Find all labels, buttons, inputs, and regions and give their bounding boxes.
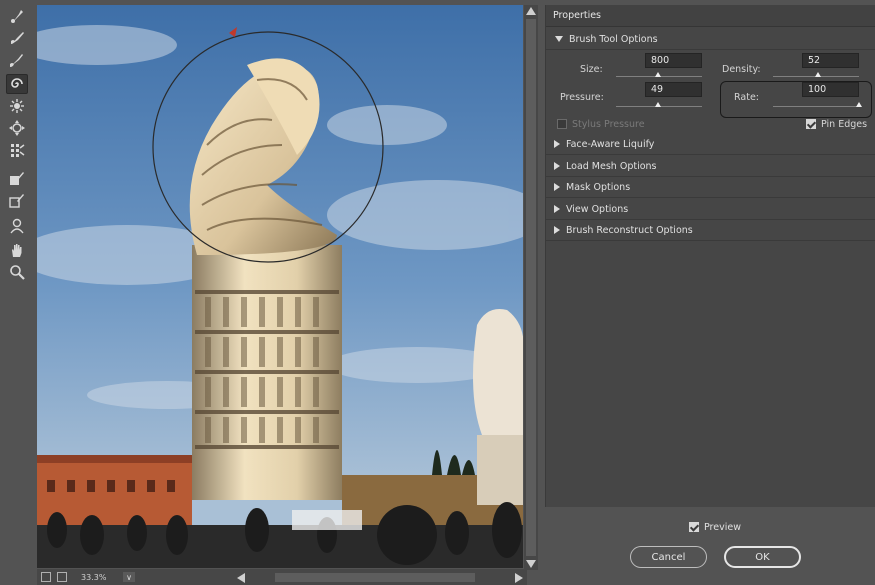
section-mask-options[interactable]: Mask Options xyxy=(545,177,875,198)
density-input[interactable]: 52 xyxy=(802,53,859,68)
scroll-down-icon[interactable] xyxy=(526,560,536,568)
section-view-options[interactable]: View Options xyxy=(545,199,875,220)
twirl-clockwise-icon[interactable] xyxy=(6,74,28,94)
face-tool-icon[interactable] xyxy=(6,216,28,236)
rate-label: Rate: xyxy=(734,92,759,103)
zoom-dropdown[interactable]: ∨ xyxy=(123,572,135,582)
section-brush-reconstruct-options[interactable]: Brush Reconstruct Options xyxy=(545,220,875,241)
section-label: Load Mesh Options xyxy=(566,160,657,172)
zoom-level: 33.3% xyxy=(81,572,107,582)
preview-label: Preview xyxy=(704,522,741,533)
status-bar: 33.3% ∨ xyxy=(37,569,527,585)
pressure-label: Pressure: xyxy=(560,92,604,103)
stylus-pressure-label: Stylus Pressure xyxy=(572,119,645,130)
rate-slider[interactable] xyxy=(773,106,859,107)
section-label: View Options xyxy=(566,203,629,215)
scroll-right-icon[interactable] xyxy=(515,573,523,583)
expand-icon xyxy=(554,226,560,234)
preview-canvas[interactable] xyxy=(37,5,523,568)
pressure-input[interactable]: 49 xyxy=(645,82,702,97)
zoom-icon[interactable] xyxy=(6,262,28,282)
scroll-up-icon[interactable] xyxy=(526,7,536,15)
pin-edges-label: Pin Edges xyxy=(821,119,868,130)
size-slider-thumb[interactable] xyxy=(655,72,662,77)
section-label: Face-Aware Liquify xyxy=(566,138,655,150)
collapse-icon xyxy=(555,36,563,42)
rate-slider-thumb[interactable] xyxy=(856,102,862,107)
thaw-mask-icon[interactable] xyxy=(6,190,28,210)
liquify-toolbar xyxy=(0,0,34,585)
smooth-icon[interactable] xyxy=(6,50,28,70)
panel-title: Properties xyxy=(546,5,875,27)
section-load-mesh-options[interactable]: Load Mesh Options xyxy=(545,156,875,177)
stylus-pressure-checkbox[interactable] xyxy=(557,119,567,129)
horizontal-scrollbar[interactable] xyxy=(237,572,523,583)
size-input[interactable]: 800 xyxy=(645,53,702,68)
bloat-icon[interactable] xyxy=(6,118,28,138)
hand-icon[interactable] xyxy=(6,240,28,260)
freeze-mask-icon[interactable] xyxy=(6,168,28,188)
expand-icon xyxy=(554,140,560,148)
push-left-icon[interactable] xyxy=(6,140,28,160)
pressure-slider-thumb[interactable] xyxy=(655,102,662,107)
section-brush-tool-options[interactable]: Brush Tool Options xyxy=(546,29,875,50)
expand-icon xyxy=(554,183,560,191)
pin-edges-checkbox[interactable] xyxy=(806,119,816,129)
section-label: Brush Reconstruct Options xyxy=(566,224,693,236)
section-face-aware-liquify[interactable]: Face-Aware Liquify xyxy=(545,134,875,155)
cancel-button[interactable]: Cancel xyxy=(630,546,707,568)
size-label: Size: xyxy=(580,64,603,75)
vertical-scrollbar[interactable] xyxy=(524,5,538,570)
section-label: Mask Options xyxy=(566,181,631,193)
density-label: Density: xyxy=(722,64,761,75)
view-mode-button[interactable] xyxy=(41,572,51,582)
forward-warp-icon[interactable] xyxy=(6,6,28,26)
section-label: Brush Tool Options xyxy=(569,33,658,45)
vertical-scroll-thumb[interactable] xyxy=(526,19,536,556)
horizontal-scroll-thumb[interactable] xyxy=(275,573,475,582)
reconstruct-icon[interactable] xyxy=(6,28,28,48)
density-slider-thumb[interactable] xyxy=(814,72,821,77)
expand-icon xyxy=(554,162,560,170)
pucker-icon[interactable] xyxy=(6,96,28,116)
preview-checkbox[interactable] xyxy=(689,522,699,532)
liquified-photo xyxy=(37,5,523,568)
expand-icon xyxy=(554,205,560,213)
fit-view-button[interactable] xyxy=(57,572,67,582)
ok-button[interactable]: OK xyxy=(724,546,801,568)
rate-input[interactable]: 100 xyxy=(802,82,859,97)
scroll-left-icon[interactable] xyxy=(237,573,245,583)
